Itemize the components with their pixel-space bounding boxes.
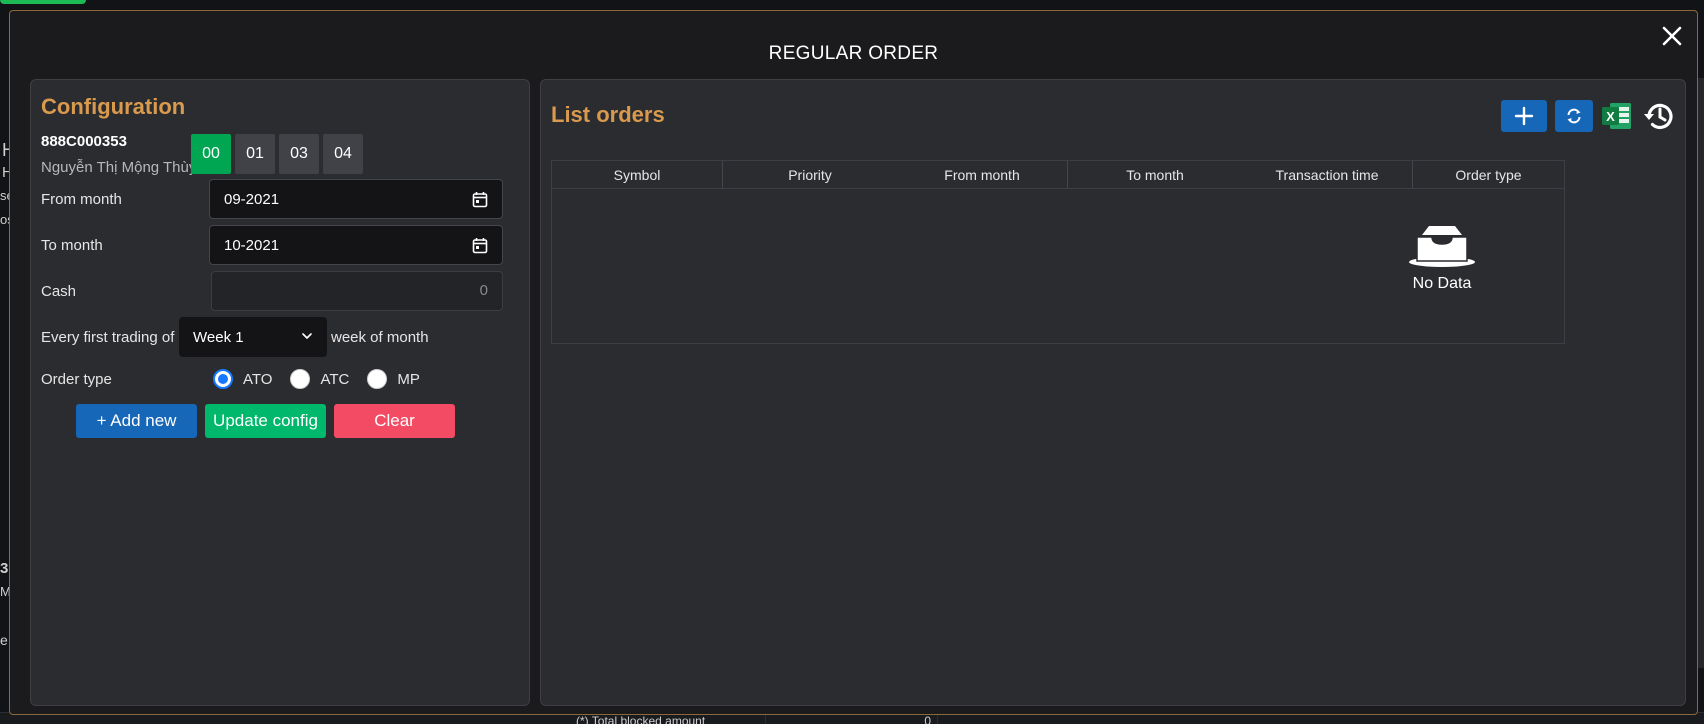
empty-state: No Data [1404,225,1480,293]
column-header[interactable]: Priority [723,161,897,188]
order-type-label: Order type [41,370,112,388]
order-type-row: Order type ATO ATC MP [41,359,525,399]
to-month-label: To month [41,236,103,254]
account-id: 888C000353 [41,133,127,150]
empty-inbox-icon [1409,226,1475,267]
radio-label: ATO [243,370,273,388]
list-orders-panel: List orders X Symbol Priority From month… [540,79,1686,706]
column-header[interactable]: To month [1068,161,1242,188]
update-config-button[interactable]: Update config [205,404,326,438]
list-orders-toolbar: X [1501,98,1677,134]
from-month-label: From month [41,190,122,208]
background-fragment: 3 [0,560,9,577]
configuration-panel: Configuration 888C000353 Nguyễn Thị Mộng… [30,79,530,706]
add-new-button[interactable]: + Add new [76,404,197,438]
modal-title: REGULAR ORDER [768,43,939,64]
week-select[interactable]: Week 1 [179,317,327,357]
refresh-icon [1567,108,1581,124]
clear-button[interactable]: Clear [334,404,455,438]
background-fragment: e [0,632,8,648]
sub-account-tab[interactable]: 04 [323,134,363,174]
cash-label: Cash [41,282,77,300]
sub-account-tabs: 00 01 03 04 [191,134,363,174]
to-month-row: To month 10-2021 [41,225,525,265]
background-brand-bar [0,0,86,4]
order-type-ato-radio[interactable]: ATO [213,369,272,389]
sub-account-tab[interactable]: 00 [191,134,231,174]
column-header[interactable]: Transaction time [1242,161,1413,188]
radio-checked-icon[interactable] [213,369,233,389]
radio-label: MP [397,370,420,388]
background-bottom-text: (*) Total blocked amount [570,714,766,724]
account-name: Nguyễn Thị Mộng Thùy [41,159,197,176]
order-type-mp-radio[interactable]: MP [367,369,420,389]
history-icon[interactable] [1641,98,1677,134]
column-header[interactable]: Order type [1413,161,1564,188]
radio-label: ATC [320,370,350,388]
week-select-value: Week 1 [193,328,244,346]
from-month-row: From month 09-2021 [41,179,525,219]
radio-unchecked-icon[interactable] [367,369,388,389]
list-orders-heading: List orders [551,102,665,127]
regular-order-modal: REGULAR ORDER Configuration 888C000353 N… [9,10,1698,715]
to-month-input[interactable]: 10-2021 [209,225,503,265]
refresh-button[interactable] [1555,100,1593,132]
order-type-atc-radio[interactable]: ATC [290,369,349,389]
schedule-row: Every first trading of Week 1 week of mo… [41,317,525,357]
close-icon[interactable] [1659,23,1685,49]
order-type-radio-group: ATO ATC MP [213,369,438,389]
svg-text:X: X [1606,109,1615,124]
week-suffix-label: week of month [331,328,429,346]
sub-account-tab[interactable]: 03 [279,134,319,174]
add-order-button[interactable] [1501,100,1547,132]
orders-table: Symbol Priority From month To month Tran… [551,160,1565,344]
plus-icon [1514,106,1534,126]
to-month-value: 10-2021 [224,236,280,254]
column-header[interactable]: From month [897,161,1068,188]
table-header: Symbol Priority From month To month Tran… [552,161,1564,189]
background-bottom-value: 0 [766,714,938,724]
column-header[interactable]: Symbol [552,161,723,188]
no-data-label: No Data [1412,275,1472,292]
chevron-down-icon [302,333,312,339]
calendar-icon[interactable] [472,191,488,208]
radio-unchecked-icon[interactable] [290,369,311,389]
every-label: Every first trading of [41,328,175,346]
configuration-heading: Configuration [41,94,186,119]
sub-account-tab[interactable]: 01 [235,134,275,174]
from-month-value: 09-2021 [224,190,280,208]
cash-input[interactable]: 0 [211,271,503,311]
excel-export-icon[interactable]: X [1601,100,1633,132]
from-month-input[interactable]: 09-2021 [209,179,503,219]
cash-row: Cash 0 [41,271,525,311]
calendar-icon[interactable] [472,237,488,254]
